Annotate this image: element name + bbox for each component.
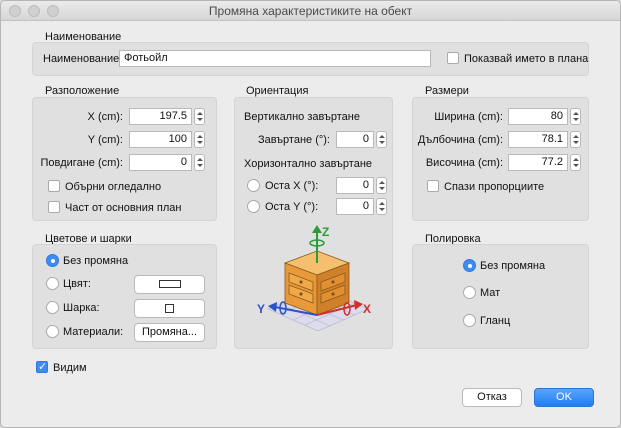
orientation-section-title: Ориентация [246,85,309,97]
color-unchanged-radio[interactable] [46,254,59,267]
height-input[interactable]: 77.2 [508,154,568,171]
depth-input[interactable]: 78.1 [508,131,568,148]
horizontal-rotation-title: Хоризонтално завъртане [244,158,373,170]
matt-radio[interactable] [463,286,476,299]
color-swatch [158,280,181,288]
mirror-checkbox[interactable] [48,180,60,192]
x-axis-label: X [363,302,371,316]
width-stepper[interactable] [570,108,581,125]
keep-proportions-label: Спази пропорциите [444,181,545,193]
cancel-button[interactable]: Отказ [462,388,522,407]
shininess-unchanged-label: Без промяна [480,260,546,272]
materials-radio[interactable] [46,325,59,338]
axis-y-label: Оста Y (°): [265,201,319,213]
zoom-window-icon[interactable] [47,5,59,17]
x-stepper[interactable] [194,108,205,125]
elevation-stepper[interactable] [194,154,205,171]
furniture-preview[interactable]: Z Y X [253,223,383,341]
modify-furniture-dialog: Промяна характеристиките на обект Наимен… [0,0,621,428]
axis-y-stepper[interactable] [376,198,387,215]
x-label: X (cm): [87,111,123,123]
depth-stepper[interactable] [570,131,581,148]
color-radio[interactable] [46,277,59,290]
show-name-checkbox[interactable] [447,52,459,64]
base-plan-label: Част от основния план [65,202,182,214]
shiny-label: Гланц [480,315,511,327]
mirror-label: Обърни огледално [65,181,162,193]
color-button[interactable] [134,275,205,294]
axis-y-radio[interactable] [247,200,260,213]
shiny-radio[interactable] [463,314,476,327]
matt-label: Мат [480,287,501,299]
z-axis-label: Z [322,225,329,239]
depth-label: Дълбочина (cm): [417,134,503,146]
window-title: Промяна характеристиките на обект [208,4,413,18]
axis-x-stepper[interactable] [376,177,387,194]
x-input[interactable]: 197.5 [129,108,192,125]
width-input[interactable]: 80 [508,108,568,125]
size-section-title: Размери [425,85,469,97]
texture-button[interactable] [134,299,205,318]
close-window-icon[interactable] [9,5,21,17]
visible-label: Видим [53,362,87,374]
texture-label: Шарка: [63,302,100,314]
name-input[interactable]: Фотьойл [119,50,431,67]
visible-checkbox[interactable] [36,360,48,373]
name-label: Наименование: [43,53,123,65]
rotation-stepper[interactable] [376,131,387,148]
texture-radio[interactable] [46,301,59,314]
color-unchanged-label: Без промяна [63,255,129,267]
height-label: Височина (cm): [425,157,503,169]
texture-swatch [165,304,174,313]
materials-label: Материали: [63,326,124,338]
title-bar: Промяна характеристиките на обект [1,1,620,21]
axis-x-radio[interactable] [247,179,260,192]
height-stepper[interactable] [570,154,581,171]
base-plan-checkbox[interactable] [48,201,60,213]
rotation-input[interactable]: 0 [336,131,374,148]
ok-button[interactable]: OK [534,388,594,407]
y-label: Y (cm): [87,134,123,146]
axis-x-input[interactable]: 0 [336,177,374,194]
y-input[interactable]: 100 [129,131,192,148]
show-name-label: Показвай името в плана [464,53,589,65]
axis-y-input[interactable]: 0 [336,198,374,215]
position-section-title: Разположение [45,85,120,97]
elevation-label: Повдигане (cm): [40,157,124,169]
elevation-input[interactable]: 0 [129,154,192,171]
width-label: Ширина (cm): [434,111,503,123]
rotation-label: Завъртане (°): [257,134,330,146]
y-axis-label: Y [257,302,265,316]
shininess-unchanged-radio[interactable] [463,259,476,272]
color-label: Цвят: [63,278,91,290]
materials-modify-button[interactable]: Промяна... [134,323,205,342]
minimize-window-icon[interactable] [28,5,40,17]
keep-proportions-checkbox[interactable] [427,180,439,192]
axis-x-label: Оста X (°): [265,180,319,192]
vertical-rotation-title: Вертикално завъртане [244,111,360,123]
y-stepper[interactable] [194,131,205,148]
